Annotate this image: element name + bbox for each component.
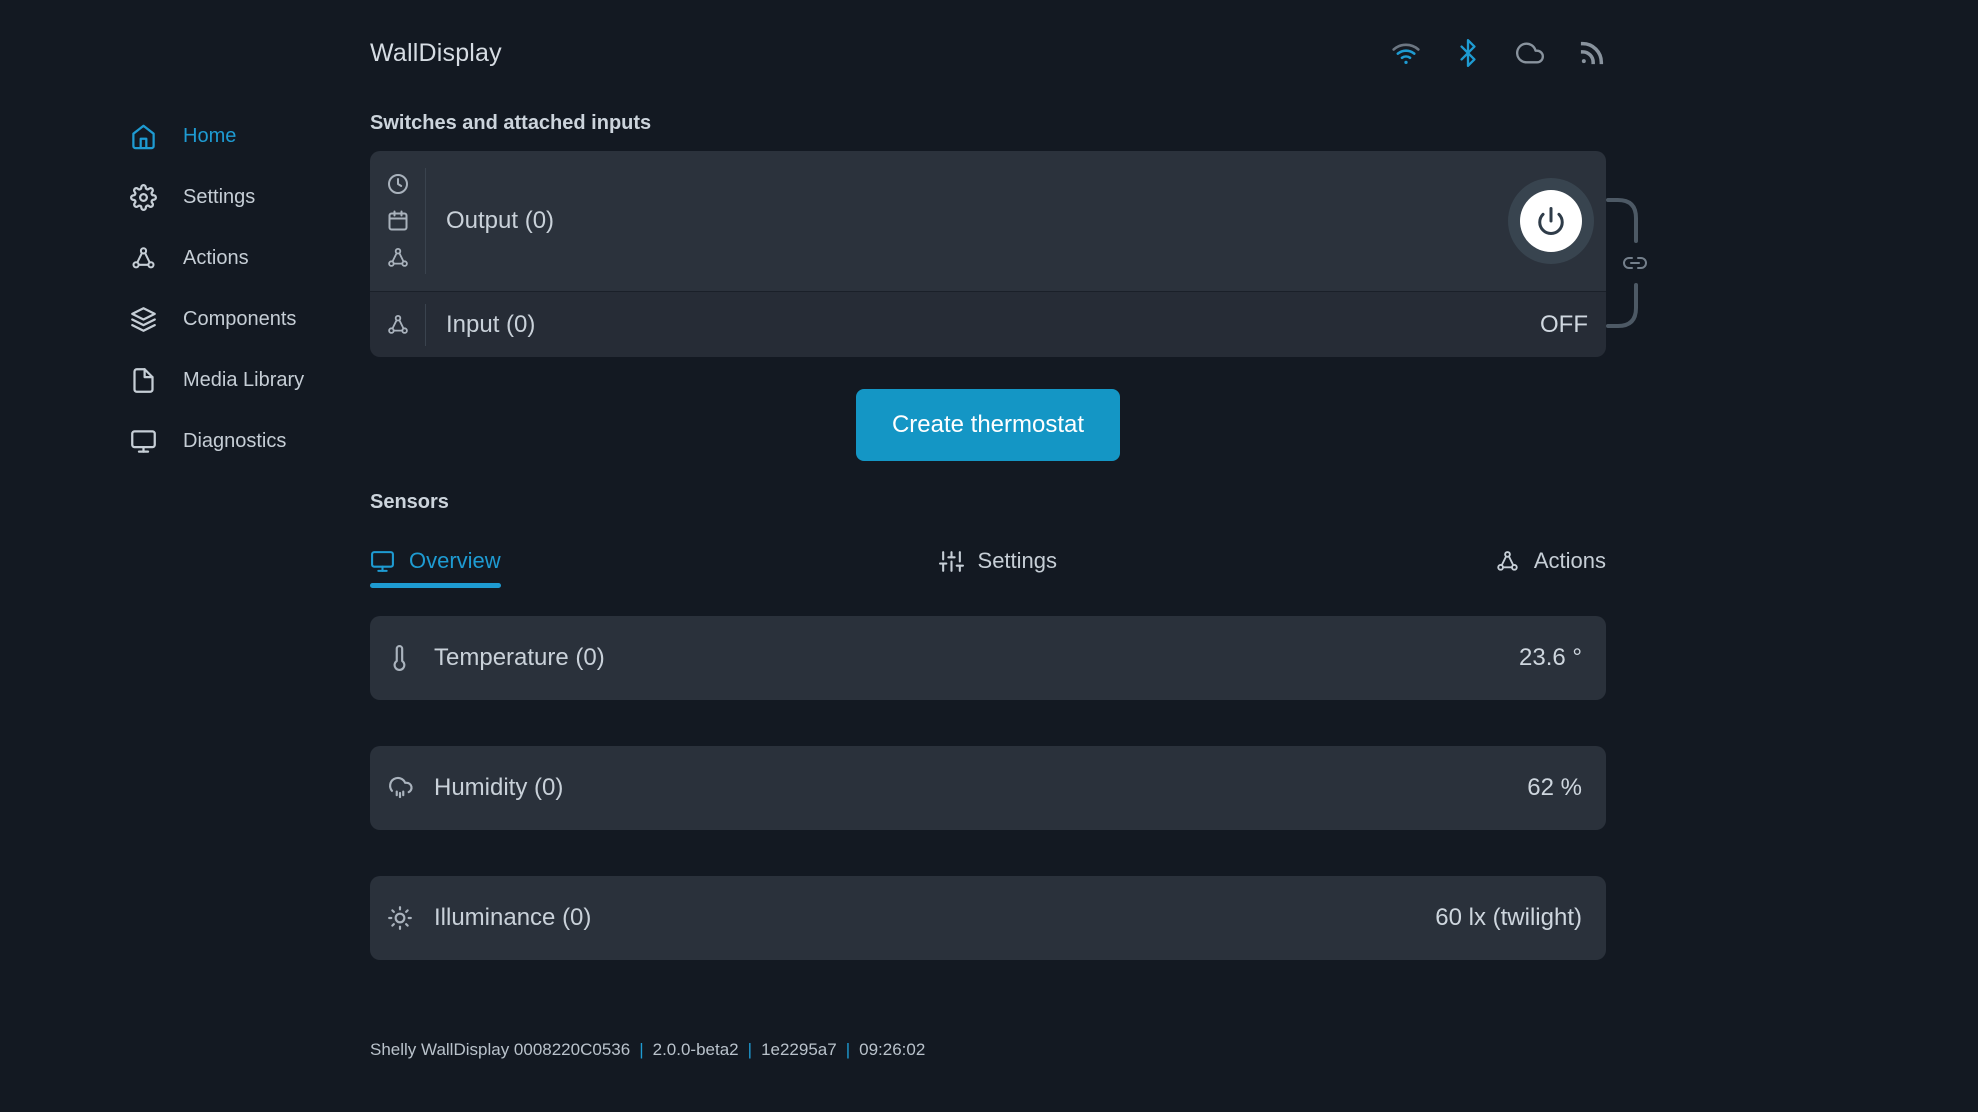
layers-icon (130, 306, 157, 333)
sidebar-item-actions[interactable]: Actions (0, 228, 330, 289)
sidebar-item-label: Settings (183, 186, 255, 209)
sensor-value: 60 lx (twilight) (1435, 904, 1582, 932)
switches-heading: Switches and attached inputs (370, 112, 1606, 135)
humidity-icon (370, 775, 430, 801)
tab-actions[interactable]: Actions (1495, 548, 1606, 588)
actions-icon (386, 313, 410, 337)
sliders-icon (939, 549, 964, 574)
sensors-heading: Sensors (370, 491, 1606, 514)
footer-version: 2.0.0-beta2 (653, 1040, 739, 1059)
sensor-value: 23.6 ° (1519, 644, 1582, 672)
bluetooth-icon[interactable] (1454, 39, 1482, 67)
file-icon (130, 367, 157, 394)
output-label: Output (0) (446, 207, 554, 235)
footer-separator: | (748, 1040, 752, 1059)
tab-label: Overview (409, 548, 501, 574)
sidebar-item-label: Components (183, 308, 296, 331)
sensor-label: Temperature (0) (434, 644, 605, 672)
actions-icon (386, 246, 410, 270)
input-row[interactable]: Input (0) OFF (370, 291, 1606, 357)
sensor-tabs: Overview Settings Actions (370, 548, 1606, 588)
sidebar-item-diagnostics[interactable]: Diagnostics (0, 411, 330, 472)
page-title: WallDisplay (370, 39, 502, 68)
power-icon (1520, 190, 1582, 252)
sidebar: Home Settings Actions Components Media L… (0, 0, 330, 1112)
wifi-icon[interactable] (1392, 39, 1420, 67)
sidebar-item-label: Actions (183, 247, 249, 270)
sensor-label: Illuminance (0) (434, 904, 591, 932)
clock-icon (386, 172, 410, 196)
footer-separator: | (846, 1040, 850, 1059)
sidebar-item-label: Media Library (183, 369, 304, 392)
gear-icon (130, 184, 157, 211)
switch-card: Output (0) Input (0) OFF (370, 151, 1606, 357)
cloud-icon[interactable] (1516, 39, 1544, 67)
sidebar-item-label: Home (183, 125, 236, 148)
sidebar-item-media-library[interactable]: Media Library (0, 350, 330, 411)
calendar-icon (386, 209, 410, 233)
monitor-icon (130, 428, 157, 455)
sidebar-item-home[interactable]: Home (0, 106, 330, 167)
sensor-row-humidity[interactable]: Humidity (0) 62 % (370, 746, 1606, 830)
broadcast-icon[interactable] (1578, 39, 1606, 67)
thermometer-icon (370, 645, 430, 671)
sensor-label: Humidity (0) (434, 774, 563, 802)
link-icon (1623, 251, 1647, 275)
main-content: WallDisplay (330, 0, 1978, 1112)
actions-icon (1495, 549, 1520, 574)
topbar: WallDisplay (370, 36, 1606, 70)
footer-build: 1e2295a7 (761, 1040, 837, 1059)
divider (425, 168, 426, 274)
status-icons (1392, 39, 1606, 67)
sun-icon (370, 905, 430, 931)
create-thermostat-button[interactable]: Create thermostat (856, 389, 1120, 461)
actions-icon (130, 245, 157, 272)
link-bracket (1606, 197, 1642, 329)
footer-separator: | (639, 1040, 643, 1059)
footer-version-bar: Shelly WallDisplay 0008220C0536 | 2.0.0-be… (370, 1040, 1606, 1060)
sidebar-item-label: Diagnostics (183, 430, 286, 453)
sensor-row-illuminance[interactable]: Illuminance (0) 60 lx (twilight) (370, 876, 1606, 960)
footer-time: 09:26:02 (859, 1040, 925, 1059)
sensor-value: 62 % (1527, 774, 1582, 802)
sidebar-item-components[interactable]: Components (0, 289, 330, 350)
output-row[interactable]: Output (0) (370, 151, 1606, 291)
sidebar-item-settings[interactable]: Settings (0, 167, 330, 228)
sensor-row-temperature[interactable]: Temperature (0) 23.6 ° (370, 616, 1606, 700)
app-root: Home Settings Actions Components Media L… (0, 0, 1978, 1112)
tab-label: Actions (1534, 548, 1606, 574)
tab-settings[interactable]: Settings (939, 548, 1058, 588)
monitor-icon (370, 549, 395, 574)
input-state: OFF (1540, 311, 1588, 339)
footer-device: Shelly WallDisplay 0008220C0536 (370, 1040, 630, 1059)
input-label: Input (0) (446, 311, 535, 339)
home-icon (130, 123, 157, 150)
input-icon-column (370, 313, 425, 337)
power-button[interactable] (1508, 178, 1594, 264)
tab-overview[interactable]: Overview (370, 548, 501, 588)
divider (425, 304, 426, 346)
output-icon-column (370, 172, 425, 270)
tab-label: Settings (978, 548, 1058, 574)
